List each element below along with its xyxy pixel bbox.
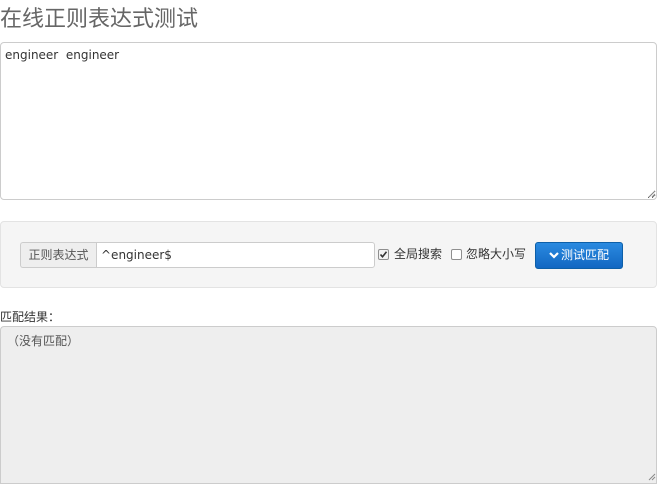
regex-label: 正则表达式 [20, 242, 96, 268]
chevron-down-icon [549, 251, 559, 259]
test-match-button-label: 测试匹配 [560, 248, 609, 262]
global-search-checkbox[interactable] [378, 249, 389, 260]
checkmark-icon [379, 251, 388, 259]
global-search-label: 全局搜索 [394, 247, 443, 261]
test-match-button[interactable]: 测试匹配 [535, 242, 623, 269]
source-textarea[interactable]: engineer engineer [0, 42, 657, 200]
resize-grip-icon[interactable] [648, 190, 656, 198]
ignore-case-label: 忽略大小写 [466, 247, 527, 261]
result-text: （没有匹配） [7, 334, 80, 348]
regex-input[interactable]: ^engineer$ [96, 242, 375, 268]
result-output: （没有匹配） [0, 326, 657, 484]
ignore-case-checkbox[interactable] [451, 249, 462, 260]
page-title: 在线正则表达式测试 [0, 7, 199, 32]
result-label: 匹配结果： [0, 310, 61, 324]
resize-grip-icon[interactable] [648, 473, 656, 481]
control-panel: 正则表达式 ^engineer$ 全局搜索 忽略大小写 测试匹配 [0, 221, 657, 288]
